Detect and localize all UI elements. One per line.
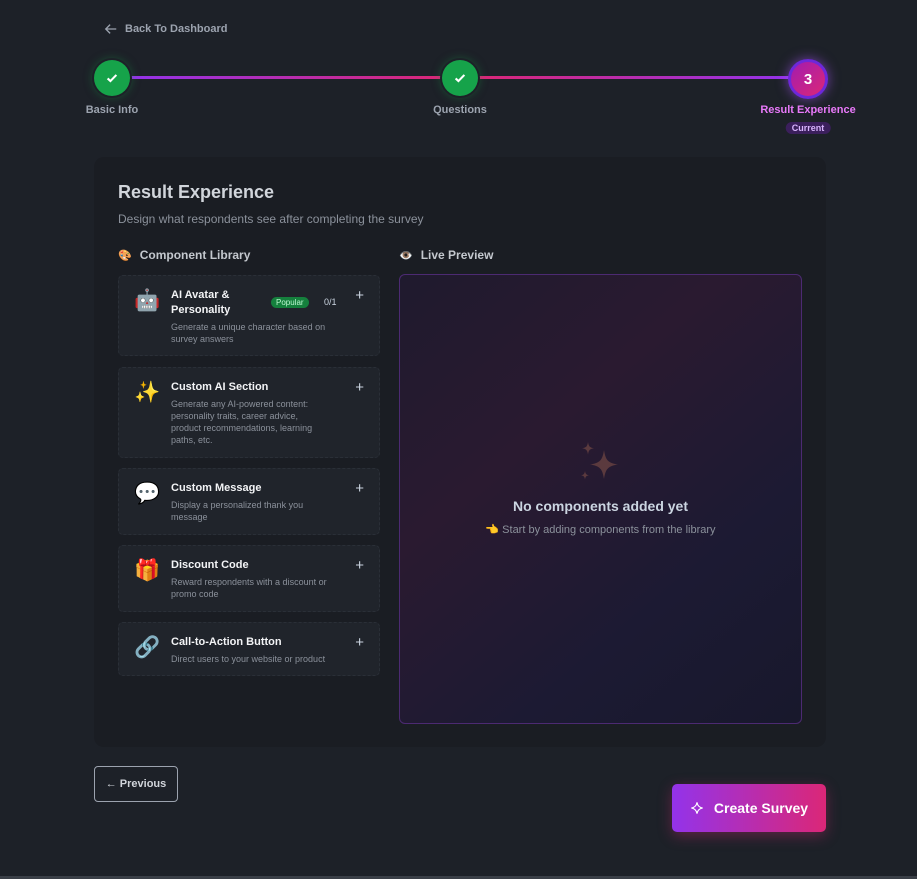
speech-bubble-icon: 💬 — [134, 482, 161, 505]
stepper-track-1 — [130, 76, 442, 79]
step-result-experience-label: Result Experience — [760, 104, 856, 116]
live-preview-label: Live Preview — [420, 248, 494, 262]
popular-badge: Popular — [271, 297, 309, 308]
step-basic-info-circle[interactable] — [94, 60, 130, 96]
sparkles-icon — [581, 442, 618, 480]
add-component-button[interactable]: + — [355, 634, 364, 651]
component-description: Generate a unique character based on sur… — [171, 322, 326, 344]
step-result-experience-circle[interactable]: 3 — [788, 59, 828, 99]
link-icon: 🔗 — [134, 636, 161, 659]
step-questions-circle[interactable] — [442, 60, 478, 96]
eye-icon: 👁️ — [399, 249, 413, 262]
component-ai-avatar[interactable]: 🤖 AI Avatar & Personality Popular 0/1 + … — [118, 275, 380, 356]
component-discount-code[interactable]: 🎁 Discount Code + Reward respondents wit… — [118, 545, 380, 612]
step-number: 3 — [803, 70, 813, 88]
sparkle-icon — [691, 802, 703, 814]
page-subtitle: Design what respondents see after comple… — [118, 212, 424, 226]
live-preview-heading: 👁️ Live Preview — [399, 248, 493, 262]
gift-icon: 🎁 — [134, 559, 161, 582]
empty-state-hint: 👈 Start by adding components from the li… — [485, 524, 716, 536]
step-basic-info-label: Basic Info — [85, 104, 139, 116]
add-component-button[interactable]: + — [355, 557, 364, 574]
page-title: Result Experience — [118, 182, 275, 202]
current-step-badge: Current — [785, 122, 831, 134]
live-preview-panel: No components added yet 👈 Start by addin… — [399, 274, 802, 724]
step-questions-label: Questions — [433, 104, 487, 116]
component-name: Discount Code — [171, 559, 249, 571]
previous-button[interactable]: ← Previous — [94, 766, 178, 802]
component-custom-message[interactable]: 💬 Custom Message + Display a personalize… — [118, 468, 380, 535]
component-description: Reward respondents with a discount or pr… — [171, 577, 327, 599]
add-component-button[interactable]: + — [355, 480, 364, 497]
stepper-track-2 — [478, 76, 790, 79]
component-description: Display a personalized thank you message — [171, 500, 304, 522]
create-survey-label: Create Survey — [713, 800, 809, 816]
check-icon — [106, 74, 118, 83]
component-description: Generate any AI-powered content: persona… — [171, 399, 313, 445]
sparkles-icon: ✨ — [134, 381, 161, 404]
palette-icon: 🎨 — [118, 249, 132, 262]
create-survey-button[interactable]: Create Survey — [672, 784, 826, 832]
component-name: Custom Message — [171, 482, 262, 494]
check-icon — [454, 74, 466, 83]
component-name: AI Avatar & Personality — [171, 289, 231, 316]
component-description: Direct users to your website or product — [171, 654, 326, 664]
component-call-to-action[interactable]: 🔗 Call-to-Action Button + Direct users t… — [118, 622, 380, 676]
component-library-label: Component Library — [139, 248, 251, 262]
robot-icon: 🤖 — [134, 289, 161, 312]
component-name: Custom AI Section — [171, 381, 269, 393]
component-custom-ai-section[interactable]: ✨ Custom AI Section + Generate any AI-po… — [118, 367, 380, 458]
component-name: Call-to-Action Button — [171, 636, 282, 648]
progress-stepper: Basic Info Questions 3 Result Experience… — [0, 0, 917, 140]
result-experience-card: Result Experience Design what respondent… — [94, 157, 826, 747]
add-component-button[interactable]: + — [355, 287, 364, 304]
add-component-button[interactable]: + — [355, 379, 364, 396]
usage-count: 0/1 — [324, 297, 337, 307]
component-library-heading: 🎨 Component Library — [118, 248, 250, 262]
empty-state-title: No components added yet — [512, 498, 689, 514]
